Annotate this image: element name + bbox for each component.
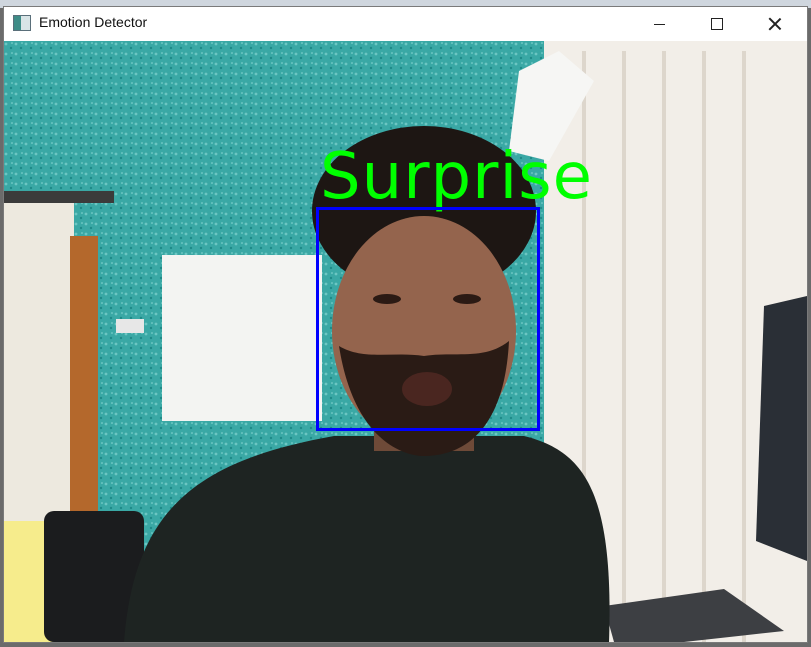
curtain-rod — [4, 191, 114, 203]
emotion-detector-window: Emotion Detector Surprise — [3, 6, 808, 643]
whiteboard — [162, 255, 322, 421]
emotion-label: Surprise — [320, 140, 593, 214]
app-icon — [13, 15, 31, 31]
wall-switch — [116, 319, 144, 333]
maximize-icon — [711, 18, 723, 30]
maximize-button[interactable] — [688, 7, 746, 41]
close-button[interactable] — [746, 7, 804, 41]
title-bar[interactable]: Emotion Detector — [4, 7, 807, 41]
minimize-icon — [653, 23, 665, 25]
face-bounding-box — [316, 207, 540, 431]
window-title: Emotion Detector — [39, 14, 148, 30]
minimize-button[interactable] — [630, 7, 688, 41]
close-icon — [768, 17, 782, 31]
monitor — [756, 296, 807, 561]
webcam-feed: Surprise — [4, 41, 807, 642]
